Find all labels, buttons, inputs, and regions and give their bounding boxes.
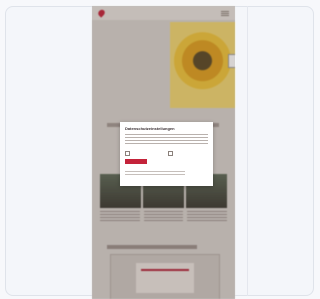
decline-button[interactable] [150,159,163,164]
consent-option-2[interactable] [168,151,175,156]
dialog-footer-links[interactable] [125,171,185,177]
accept-all-button[interactable] [125,159,147,164]
divider [247,6,248,296]
checkbox-icon[interactable] [125,151,130,156]
cookie-consent-dialog: Datenschutzeinstellungen [120,122,213,186]
dialog-body-text [125,134,208,144]
dialog-title: Datenschutzeinstellungen [125,126,175,131]
checkbox-icon[interactable] [168,151,173,156]
consent-option-1[interactable] [125,151,132,156]
